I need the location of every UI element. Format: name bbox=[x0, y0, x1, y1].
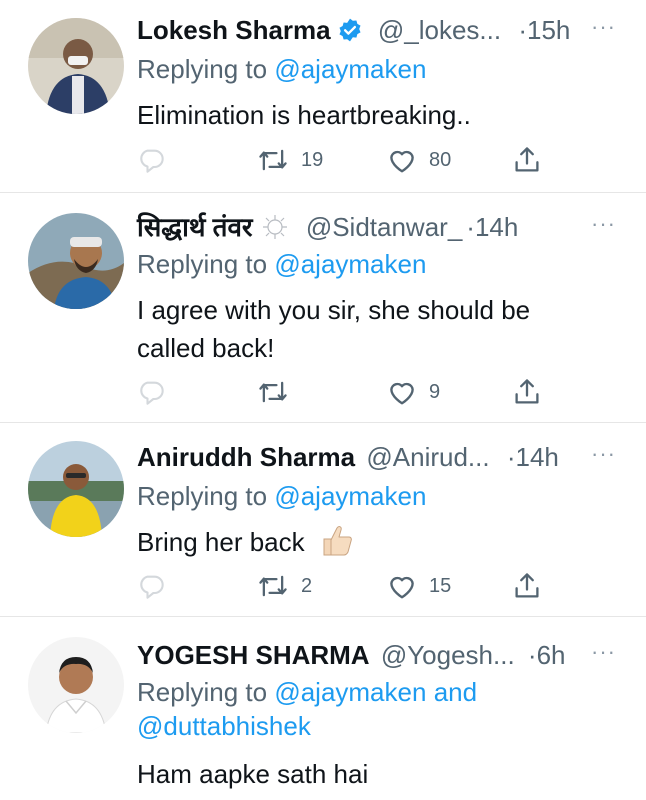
timestamp[interactable]: 15h bbox=[527, 15, 570, 45]
handle[interactable]: @Anirud... bbox=[366, 442, 489, 472]
retweet-button[interactable]: 2 bbox=[257, 569, 312, 603]
tweet-3[interactable]: Aniruddh Sharma @Anirud... ·14h ··· Repl… bbox=[0, 423, 646, 616]
share-button[interactable] bbox=[513, 143, 541, 177]
retweet-button[interactable]: 19 bbox=[257, 143, 323, 177]
display-name[interactable]: Lokesh Sharma bbox=[137, 15, 331, 45]
replying-to-label: Replying to bbox=[137, 481, 268, 511]
like-button[interactable]: 9 bbox=[387, 375, 440, 409]
like-count: 9 bbox=[429, 380, 441, 403]
like-icon bbox=[390, 576, 414, 599]
thumbs-up-emoji bbox=[318, 523, 354, 567]
separator-dot: · bbox=[506, 442, 516, 472]
handle[interactable]: @Sidtanwar_ bbox=[306, 212, 462, 242]
more-options-icon[interactable]: ··· bbox=[591, 207, 616, 241]
tweet-actions: 9 bbox=[137, 375, 557, 409]
avatar-image bbox=[28, 441, 124, 537]
mention-link-2[interactable]: @duttabhishek bbox=[137, 711, 311, 741]
like-button[interactable]: 15 bbox=[387, 569, 451, 603]
reply-button[interactable] bbox=[137, 143, 165, 177]
retweet-icon bbox=[259, 381, 287, 403]
retweet-icon bbox=[259, 575, 287, 597]
avatar-image bbox=[28, 637, 124, 733]
tweet-header: YOGESH SHARMA @Yogesh... ·6h ··· bbox=[137, 635, 616, 675]
reply-button[interactable] bbox=[137, 375, 165, 409]
timestamp[interactable]: 14h bbox=[475, 212, 518, 242]
share-icon bbox=[515, 573, 539, 598]
tweet-body: Bring her back bbox=[137, 523, 617, 567]
share-icon bbox=[515, 147, 539, 172]
tweet-actions: 19 80 bbox=[137, 143, 557, 177]
more-options-icon[interactable]: ··· bbox=[591, 437, 616, 471]
tweet-header: Aniruddh Sharma @Anirud... ·14h ··· bbox=[137, 437, 616, 477]
retweet-count: 19 bbox=[301, 148, 324, 171]
avatar-image bbox=[28, 213, 124, 309]
retweet-button[interactable] bbox=[257, 375, 301, 409]
more-options-icon[interactable]: ··· bbox=[591, 10, 616, 44]
replying-to: Replying to @ajaymaken bbox=[137, 479, 426, 513]
handle[interactable]: @_lokes... bbox=[378, 15, 501, 45]
replying-to-label: Replying to bbox=[137, 249, 268, 279]
mention-link[interactable]: @ajaymaken bbox=[274, 677, 426, 707]
separator-dot: · bbox=[518, 15, 528, 45]
mention-link[interactable]: @ajaymaken bbox=[274, 249, 426, 279]
timestamp[interactable]: 6h bbox=[537, 640, 566, 670]
retweet-count: 2 bbox=[301, 574, 313, 597]
separator-dot: · bbox=[527, 640, 537, 670]
mention-link[interactable]: @ajaymaken bbox=[274, 481, 426, 511]
avatar-image bbox=[28, 18, 124, 114]
more-options-icon[interactable]: ··· bbox=[591, 635, 616, 669]
reply-button[interactable] bbox=[137, 569, 165, 603]
tweet-2[interactable]: सिद्धार्थ तंवर @Sidtanwar_ ·14h ··· Reply… bbox=[0, 193, 646, 422]
like-count: 15 bbox=[429, 574, 452, 597]
tweet-text: I agree with you sir, she should be call… bbox=[137, 295, 531, 363]
replying-to: Replying to @ajaymaken bbox=[137, 247, 426, 281]
tweet-1[interactable]: Lokesh Sharma @_lokes... ·15h ··· Replyi… bbox=[0, 0, 646, 192]
mention-and-word: and bbox=[433, 677, 478, 707]
share-button[interactable] bbox=[513, 569, 541, 603]
tweet-header: सिद्धार्थ तंवर @Sidtanwar_ ·14h ··· bbox=[137, 207, 616, 247]
display-name[interactable]: YOGESH SHARMA bbox=[137, 640, 370, 670]
mention-link[interactable]: @ajaymaken bbox=[274, 54, 426, 84]
avatar[interactable] bbox=[28, 18, 124, 114]
tweet-text: Elimination is heartbreaking.. bbox=[137, 100, 471, 130]
replying-to: Replying to @ajaymaken and @duttabhishek bbox=[137, 675, 557, 743]
like-icon bbox=[390, 382, 414, 405]
replying-to: Replying to @ajaymaken bbox=[137, 52, 426, 86]
avatar[interactable] bbox=[28, 213, 124, 309]
handle[interactable]: @Yogesh... bbox=[381, 640, 515, 670]
tweet-4[interactable]: YOGESH SHARMA @Yogesh... ·6h ··· Replyin… bbox=[0, 617, 646, 800]
tweet-text: Ham aapke sath hai bbox=[137, 759, 369, 789]
tweet-text: Bring her back bbox=[137, 527, 305, 557]
share-button[interactable] bbox=[513, 375, 541, 409]
reply-icon bbox=[140, 381, 164, 405]
retweet-icon bbox=[259, 149, 287, 171]
timestamp[interactable]: 14h bbox=[516, 442, 559, 472]
avatar[interactable] bbox=[28, 637, 124, 733]
verified-badge-icon bbox=[337, 14, 363, 54]
avatar[interactable] bbox=[28, 441, 124, 537]
reply-icon bbox=[140, 149, 164, 173]
display-name[interactable]: Aniruddh Sharma bbox=[137, 442, 355, 472]
display-name[interactable]: सिद्धार्थ तंवर bbox=[137, 212, 253, 242]
like-icon bbox=[390, 150, 414, 173]
reply-icon bbox=[140, 575, 164, 599]
like-button[interactable]: 80 bbox=[387, 143, 451, 177]
like-count: 80 bbox=[429, 148, 452, 171]
sparkle-badge-icon bbox=[259, 211, 291, 251]
replying-to-label: Replying to bbox=[137, 54, 268, 84]
tweet-header: Lokesh Sharma @_lokes... ·15h ··· bbox=[137, 10, 616, 50]
share-icon bbox=[515, 379, 539, 404]
tweet-actions: 2 15 bbox=[137, 569, 557, 603]
separator-dot: · bbox=[466, 212, 475, 242]
replying-to-label: Replying to bbox=[137, 677, 268, 707]
